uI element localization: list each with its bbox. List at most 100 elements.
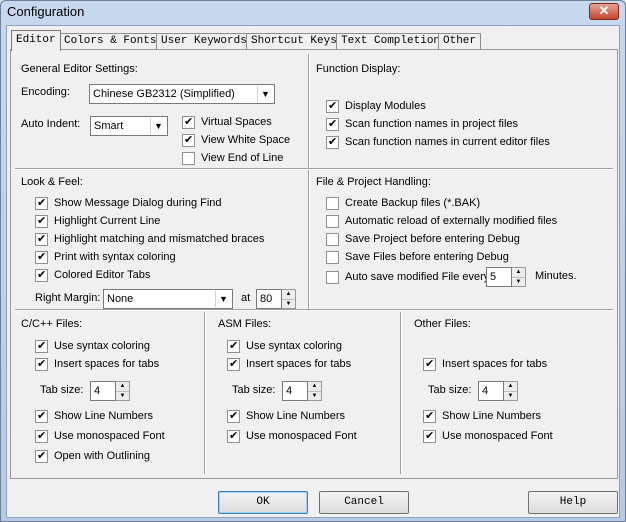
asm-line-numbers-option[interactable]: Show Line Numbers bbox=[227, 408, 345, 424]
spin-down-icon[interactable]: ▼ bbox=[116, 392, 129, 401]
auto-indent-value: Smart bbox=[94, 120, 124, 132]
asm-syntax-option[interactable]: Use syntax coloring bbox=[227, 338, 342, 354]
cpp-outlining-option[interactable]: Open with Outlining bbox=[35, 448, 150, 464]
other-insert-spaces-option[interactable]: Insert spaces for tabs bbox=[423, 356, 547, 372]
cpp-syntax-option[interactable]: Use syntax coloring bbox=[35, 338, 150, 354]
colored-editor-tabs-checkbox[interactable] bbox=[35, 268, 48, 282]
tab-colors-fonts[interactable]: Colors & Fonts bbox=[59, 33, 162, 50]
file-project-option-4[interactable]: Save Files before entering Debug bbox=[326, 249, 509, 265]
display-modules-checkbox[interactable] bbox=[326, 99, 339, 113]
help-button[interactable]: Help bbox=[528, 491, 618, 514]
view-end-of-line-option[interactable]: View End of Line bbox=[182, 150, 283, 166]
virtual-spaces-option[interactable]: Virtual Spaces bbox=[182, 114, 272, 130]
right-margin-select[interactable]: None ▼ bbox=[103, 289, 233, 309]
print-syntax-coloring-checkbox[interactable] bbox=[35, 250, 48, 264]
highlight-current-line-checkbox[interactable] bbox=[35, 214, 48, 228]
scan-project-option[interactable]: Scan function names in project files bbox=[326, 116, 518, 132]
cpp-tab-size-spinner[interactable]: 4 ▲ ▼ bbox=[90, 381, 130, 401]
cpp-line-numbers-checkbox[interactable] bbox=[35, 409, 48, 423]
look-feel-option-2[interactable]: Highlight Current Line bbox=[35, 213, 160, 229]
tab-text-completion[interactable]: Text Completion bbox=[336, 33, 446, 50]
auto-save-minutes-spinner[interactable]: 5 ▲ ▼ bbox=[486, 267, 526, 287]
spin-down-icon[interactable]: ▼ bbox=[282, 300, 295, 309]
asm-insert-spaces-option[interactable]: Insert spaces for tabs bbox=[227, 356, 351, 372]
auto-indent-select[interactable]: Smart ▼ bbox=[90, 116, 168, 136]
look-feel-option-4[interactable]: Print with syntax coloring bbox=[35, 249, 176, 265]
file-project-option-5[interactable]: Auto save modified File every bbox=[326, 269, 489, 285]
auto-save-checkbox[interactable] bbox=[326, 270, 339, 284]
cancel-button[interactable]: Cancel bbox=[319, 491, 409, 514]
other-insert-spaces-checkbox[interactable] bbox=[423, 357, 436, 371]
other-tab-size-value[interactable]: 4 bbox=[478, 381, 504, 401]
other-tab-size-label: Tab size: bbox=[428, 384, 472, 396]
close-button[interactable]: ✕ bbox=[589, 3, 619, 20]
file-project-option-3[interactable]: Save Project before entering Debug bbox=[326, 231, 520, 247]
spin-up-icon[interactable]: ▲ bbox=[308, 382, 321, 392]
spin-up-icon[interactable]: ▲ bbox=[282, 290, 295, 300]
cpp-mono-font-checkbox[interactable] bbox=[35, 429, 48, 443]
right-margin-column-value[interactable]: 80 bbox=[256, 289, 282, 309]
other-line-numbers-checkbox[interactable] bbox=[423, 409, 436, 423]
save-files-debug-checkbox[interactable] bbox=[326, 250, 339, 264]
scan-editor-option[interactable]: Scan function names in current editor fi… bbox=[326, 134, 550, 150]
ok-button[interactable]: OK bbox=[218, 491, 308, 514]
display-modules-option[interactable]: Display Modules bbox=[326, 98, 426, 114]
spin-up-icon[interactable]: ▲ bbox=[116, 382, 129, 392]
spin-down-icon[interactable]: ▼ bbox=[504, 392, 517, 401]
file-project-option-2[interactable]: Automatic reload of externally modified … bbox=[326, 213, 557, 229]
asm-tab-size-spinner[interactable]: 4 ▲ ▼ bbox=[282, 381, 322, 401]
save-project-debug-checkbox[interactable] bbox=[326, 232, 339, 246]
virtual-spaces-checkbox[interactable] bbox=[182, 115, 195, 129]
look-feel-option-3[interactable]: Highlight matching and mismatched braces bbox=[35, 231, 264, 247]
chevron-down-icon[interactable]: ▼ bbox=[150, 118, 166, 134]
create-backup-checkbox[interactable] bbox=[326, 196, 339, 210]
cpp-tab-size-value[interactable]: 4 bbox=[90, 381, 116, 401]
asm-syntax-checkbox[interactable] bbox=[227, 339, 240, 353]
view-white-space-option[interactable]: View White Space bbox=[182, 132, 290, 148]
auto-indent-label: Auto Indent: bbox=[21, 118, 81, 130]
look-feel-heading: Look & Feel: bbox=[21, 176, 83, 188]
create-backup-label: Create Backup files (*.BAK) bbox=[345, 197, 481, 209]
spin-down-icon[interactable]: ▼ bbox=[308, 392, 321, 401]
cpp-insert-spaces-checkbox[interactable] bbox=[35, 357, 48, 371]
cpp-tab-size-label: Tab size: bbox=[40, 384, 84, 396]
show-message-dialog-checkbox[interactable] bbox=[35, 196, 48, 210]
other-line-numbers-option[interactable]: Show Line Numbers bbox=[423, 408, 541, 424]
chevron-down-icon[interactable]: ▼ bbox=[215, 291, 231, 307]
asm-syntax-label: Use syntax coloring bbox=[246, 340, 342, 352]
asm-mono-font-checkbox[interactable] bbox=[227, 429, 240, 443]
auto-save-minutes-value[interactable]: 5 bbox=[486, 267, 512, 287]
cpp-syntax-checkbox[interactable] bbox=[35, 339, 48, 353]
file-project-option-1[interactable]: Create Backup files (*.BAK) bbox=[326, 195, 480, 211]
cpp-insert-spaces-option[interactable]: Insert spaces for tabs bbox=[35, 356, 159, 372]
right-margin-column-spinner[interactable]: 80 ▲ ▼ bbox=[256, 289, 296, 309]
asm-mono-font-option[interactable]: Use monospaced Font bbox=[227, 428, 357, 444]
highlight-braces-checkbox[interactable] bbox=[35, 232, 48, 246]
tab-user-keywords[interactable]: User Keywords bbox=[156, 33, 252, 50]
cpp-line-numbers-option[interactable]: Show Line Numbers bbox=[35, 408, 153, 424]
look-feel-option-1[interactable]: Show Message Dialog during Find bbox=[35, 195, 222, 211]
view-end-of-line-checkbox[interactable] bbox=[182, 151, 195, 165]
asm-tab-size-value[interactable]: 4 bbox=[282, 381, 308, 401]
asm-insert-spaces-checkbox[interactable] bbox=[227, 357, 240, 371]
spin-up-icon[interactable]: ▲ bbox=[512, 268, 525, 278]
chevron-down-icon[interactable]: ▼ bbox=[257, 86, 273, 102]
encoding-select[interactable]: Chinese GB2312 (Simplified) ▼ bbox=[89, 84, 275, 104]
other-mono-font-option[interactable]: Use monospaced Font bbox=[423, 428, 553, 444]
auto-reload-checkbox[interactable] bbox=[326, 214, 339, 228]
tab-other[interactable]: Other bbox=[438, 33, 482, 50]
asm-line-numbers-checkbox[interactable] bbox=[227, 409, 240, 423]
scan-editor-checkbox[interactable] bbox=[326, 135, 339, 149]
look-feel-option-5[interactable]: Colored Editor Tabs bbox=[35, 267, 150, 283]
scan-project-checkbox[interactable] bbox=[326, 117, 339, 131]
cpp-outlining-checkbox[interactable] bbox=[35, 449, 48, 463]
tab-shortcut-keys[interactable]: Shortcut Keys bbox=[246, 33, 342, 50]
view-white-space-checkbox[interactable] bbox=[182, 133, 195, 147]
tab-editor[interactable]: Editor bbox=[11, 30, 61, 51]
other-tab-size-spinner[interactable]: 4 ▲ ▼ bbox=[478, 381, 518, 401]
cpp-mono-font-option[interactable]: Use monospaced Font bbox=[35, 428, 165, 444]
right-margin-value: None bbox=[107, 293, 134, 305]
spin-up-icon[interactable]: ▲ bbox=[504, 382, 517, 392]
other-mono-font-checkbox[interactable] bbox=[423, 429, 436, 443]
spin-down-icon[interactable]: ▼ bbox=[512, 278, 525, 287]
